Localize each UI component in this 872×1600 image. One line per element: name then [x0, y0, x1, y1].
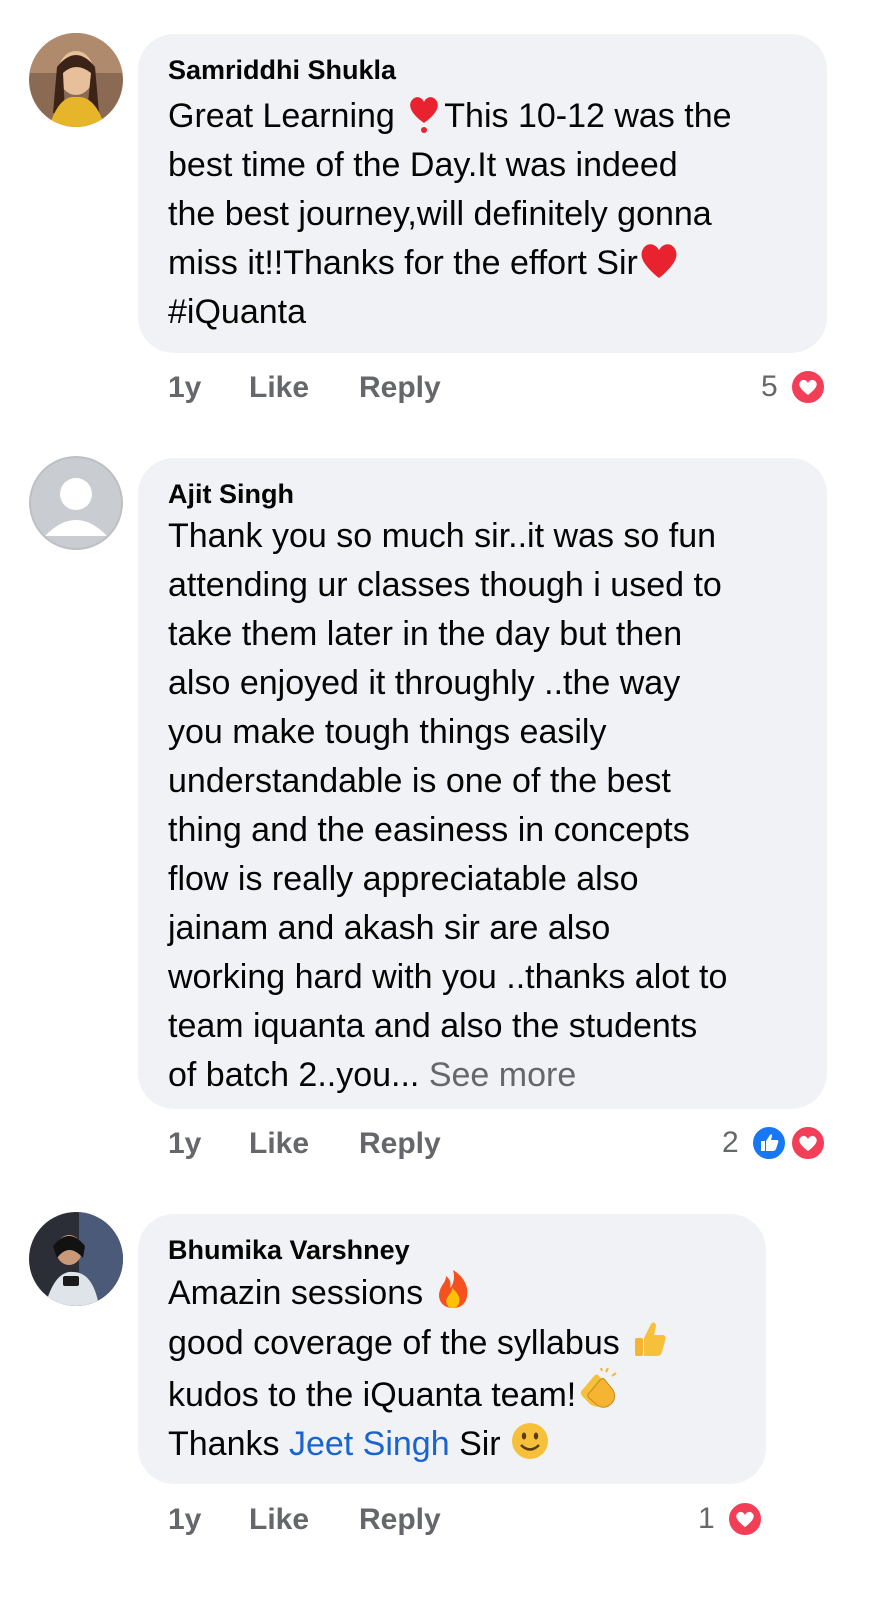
avatar[interactable] [29, 456, 123, 550]
comment-author[interactable]: Bhumika Varshney [168, 1234, 737, 1266]
comment-text-line: of batch 2..you... See more [168, 1056, 577, 1094]
comment-text-line: the best journey,will definitely gonna [168, 195, 712, 233]
comment-text-line: you make tough things easily [168, 713, 607, 751]
thumbs-up-icon [635, 1322, 666, 1356]
comment-text-line: team iquanta and also the students [168, 1007, 698, 1045]
comment-actions: 1y Like Reply [168, 1124, 708, 1164]
like-icon[interactable] [750, 1124, 788, 1162]
comment-timestamp[interactable]: 1y [168, 1500, 201, 1540]
comment-text-line: Amazin sessions [168, 1268, 737, 1318]
fire-icon [438, 1270, 467, 1308]
comment-text-line: kudos to the iQuanta team! [168, 1368, 737, 1420]
comment-text-line: miss it!!Thanks for the effort Sir [168, 239, 798, 288]
comment-text-line: good coverage of the syllabus [168, 1318, 737, 1368]
clapping-hands-icon [581, 1368, 617, 1408]
comment-text-line: take them later in the day but then [168, 615, 683, 653]
comment-bubble: Bhumika Varshney Amazin sessions good co… [138, 1214, 766, 1484]
comment-text-line: jainam and akash sir are also [168, 909, 611, 947]
love-icon[interactable] [789, 1124, 827, 1162]
avatar[interactable] [29, 33, 123, 127]
comment-text-line: attending ur classes though i used to [168, 566, 722, 604]
like-button[interactable]: Like [249, 1500, 309, 1540]
reaction-count[interactable]: 2 [722, 1123, 739, 1163]
comment-text-line: Great Learning This 10-12 was the [168, 92, 798, 141]
reply-button[interactable]: Reply [359, 1124, 441, 1164]
comment-text-line: thing and the easiness in concepts [168, 811, 690, 849]
comment-actions: 1y Like Reply [168, 368, 828, 408]
reaction-count[interactable]: 5 [761, 367, 778, 407]
comment-author[interactable]: Ajit Singh [168, 478, 798, 510]
love-icon[interactable] [726, 1500, 764, 1538]
comment-text-line: understandable is one of the best [168, 762, 671, 800]
red-heart-icon [641, 244, 677, 278]
comment-text-line: best time of the Day.It was indeed [168, 146, 678, 184]
see-more-link[interactable]: See more [429, 1056, 576, 1094]
like-button[interactable]: Like [249, 368, 309, 408]
comment-text-line: #iQuanta [168, 293, 306, 331]
like-button[interactable]: Like [249, 1124, 309, 1164]
comment-timestamp[interactable]: 1y [168, 368, 201, 408]
comment-text-line: Thanks Jeet Singh Sir [168, 1420, 737, 1469]
comment-text-line: working hard with you ..thanks alot to [168, 958, 728, 996]
comment-bubble: Samriddhi Shukla Great Learning This 10-… [138, 34, 827, 353]
comment-text-line: also enjoyed it throughly ..the way [168, 664, 681, 702]
smiley-icon [512, 1423, 549, 1459]
comment-text-line: Thank you so much sir..it was so fun [168, 517, 717, 555]
mention-link[interactable]: Jeet Singh [289, 1425, 450, 1463]
comment-timestamp[interactable]: 1y [168, 1124, 201, 1164]
love-icon[interactable] [789, 368, 827, 406]
heart-exclamation-icon [410, 97, 439, 133]
avatar[interactable] [29, 1212, 123, 1306]
reaction-count[interactable]: 1 [698, 1499, 715, 1539]
comment-text-line: flow is really appreciatable also [168, 860, 639, 898]
reply-button[interactable]: Reply [359, 1500, 441, 1540]
comment-actions: 1y Like Reply [168, 1500, 668, 1540]
comment-author[interactable]: Samriddhi Shukla [168, 54, 798, 86]
reply-button[interactable]: Reply [359, 368, 441, 408]
comment-bubble: Ajit Singh Thank you so much sir..it was… [138, 458, 827, 1109]
